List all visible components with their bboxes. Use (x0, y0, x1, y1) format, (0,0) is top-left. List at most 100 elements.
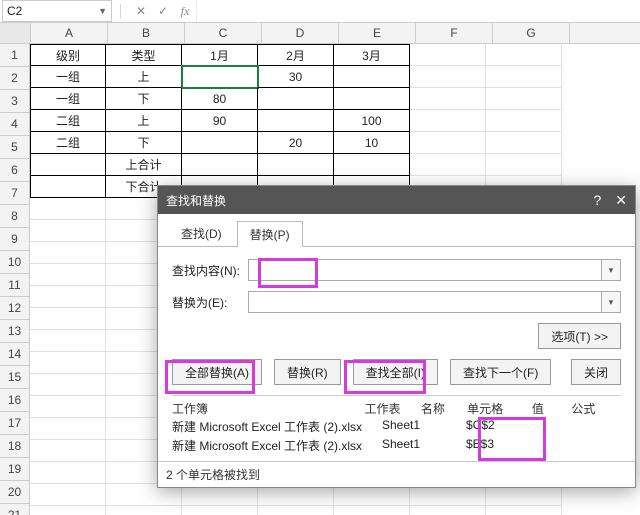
cell[interactable] (486, 154, 562, 176)
cell[interactable]: 一组 (30, 66, 106, 88)
row-header[interactable]: 9 (0, 228, 30, 251)
cell[interactable] (30, 308, 106, 330)
row-header[interactable]: 16 (0, 389, 30, 412)
col-header[interactable]: A (31, 23, 108, 43)
row-header[interactable]: 20 (0, 481, 30, 504)
cell[interactable] (410, 110, 486, 132)
row-header[interactable]: 7 (0, 182, 30, 205)
cell[interactable] (334, 66, 410, 88)
name-box-dropdown-icon[interactable]: ▼ (98, 6, 107, 16)
cell[interactable]: 二组 (30, 132, 106, 154)
row-header[interactable]: 18 (0, 435, 30, 458)
cell[interactable]: 上合计 (106, 154, 182, 176)
cell[interactable]: 上 (106, 66, 182, 88)
row-header[interactable]: 14 (0, 343, 30, 366)
col-header[interactable]: B (108, 23, 185, 43)
cell[interactable]: 90 (182, 110, 258, 132)
cell[interactable]: 类型 (106, 44, 182, 66)
cell[interactable] (30, 286, 106, 308)
cell[interactable] (258, 88, 334, 110)
cell[interactable] (410, 154, 486, 176)
cell[interactable]: 3月 (334, 44, 410, 66)
row-header[interactable]: 15 (0, 366, 30, 389)
cell[interactable] (410, 88, 486, 110)
cell[interactable] (334, 154, 410, 176)
find-input[interactable] (248, 259, 602, 281)
find-history-dropdown-icon[interactable]: ▾ (602, 259, 621, 281)
cell[interactable] (30, 462, 106, 484)
cell[interactable] (30, 440, 106, 462)
results-col-workbook[interactable]: 工作簿 (172, 400, 349, 417)
select-all-corner[interactable] (0, 23, 31, 43)
result-row[interactable]: 新建 Microsoft Excel 工作表 (2).xlsx Sheet1 $… (172, 436, 621, 455)
cell[interactable] (30, 176, 106, 198)
cell[interactable]: 下 (106, 132, 182, 154)
cell[interactable] (486, 132, 562, 154)
cell[interactable] (334, 506, 410, 515)
cancel-formula-icon[interactable]: ✕ (130, 4, 152, 18)
cell[interactable]: 一组 (30, 88, 106, 110)
row-header[interactable]: 10 (0, 251, 30, 274)
cell[interactable] (334, 88, 410, 110)
row-header[interactable]: 1 (0, 44, 30, 67)
cell[interactable]: 80 (182, 88, 258, 110)
result-row[interactable]: 新建 Microsoft Excel 工作表 (2).xlsx Sheet1 $… (172, 417, 621, 436)
replace-all-button[interactable]: 全部替换(A) (172, 359, 262, 385)
results-col-name[interactable]: 名称 (421, 400, 451, 417)
confirm-formula-icon[interactable]: ✓ (152, 4, 174, 18)
row-header[interactable]: 12 (0, 297, 30, 320)
replace-input[interactable] (248, 291, 602, 313)
tab-replace[interactable]: 替换(P) (237, 221, 303, 247)
cell[interactable] (486, 66, 562, 88)
cell[interactable] (410, 132, 486, 154)
cell[interactable] (182, 154, 258, 176)
help-icon[interactable]: ? (593, 192, 601, 209)
cell[interactable] (106, 506, 182, 515)
cell[interactable] (486, 88, 562, 110)
col-header[interactable]: G (493, 23, 570, 43)
cell[interactable]: 30 (258, 66, 334, 88)
row-header[interactable]: 4 (0, 113, 30, 136)
row-header[interactable]: 19 (0, 458, 30, 481)
selected-cell[interactable] (182, 66, 258, 88)
col-header[interactable]: E (339, 23, 416, 43)
cell[interactable]: 级别 (30, 44, 106, 66)
row-header[interactable]: 5 (0, 136, 30, 159)
formula-input[interactable] (196, 1, 640, 21)
cell[interactable]: 10 (334, 132, 410, 154)
cell[interactable] (182, 132, 258, 154)
cell[interactable] (410, 44, 486, 66)
cell[interactable] (30, 198, 106, 220)
cell[interactable]: 100 (334, 110, 410, 132)
row-header[interactable]: 17 (0, 412, 30, 435)
row-header[interactable]: 2 (0, 67, 30, 90)
row-header[interactable]: 13 (0, 320, 30, 343)
row-header[interactable]: 8 (0, 205, 30, 228)
cell[interactable] (486, 44, 562, 66)
cell[interactable] (486, 110, 562, 132)
cell[interactable] (30, 396, 106, 418)
cell[interactable]: 2月 (258, 44, 334, 66)
cell[interactable] (182, 506, 258, 515)
row-header[interactable]: 3 (0, 90, 30, 113)
cell[interactable] (410, 66, 486, 88)
cell[interactable] (410, 506, 486, 515)
cell[interactable]: 20 (258, 132, 334, 154)
cell[interactable] (258, 110, 334, 132)
cell[interactable]: 上 (106, 110, 182, 132)
replace-history-dropdown-icon[interactable]: ▾ (602, 291, 621, 313)
find-all-button[interactable]: 查找全部(I) (353, 359, 438, 385)
results-col-formula[interactable]: 公式 (571, 400, 605, 417)
cell[interactable] (258, 154, 334, 176)
cell[interactable] (30, 264, 106, 286)
results-col-value[interactable]: 值 (532, 400, 556, 417)
col-header[interactable]: C (185, 23, 262, 43)
cell[interactable] (30, 220, 106, 242)
row-header[interactable]: 11 (0, 274, 30, 297)
replace-button[interactable]: 替换(R) (274, 359, 341, 385)
col-header[interactable]: D (262, 23, 339, 43)
options-button[interactable]: 选项(T) >> (538, 323, 621, 349)
insert-function-icon[interactable]: fx (174, 4, 196, 19)
find-next-button[interactable]: 查找下一个(F) (450, 359, 551, 385)
cell[interactable]: 1月 (182, 44, 258, 66)
